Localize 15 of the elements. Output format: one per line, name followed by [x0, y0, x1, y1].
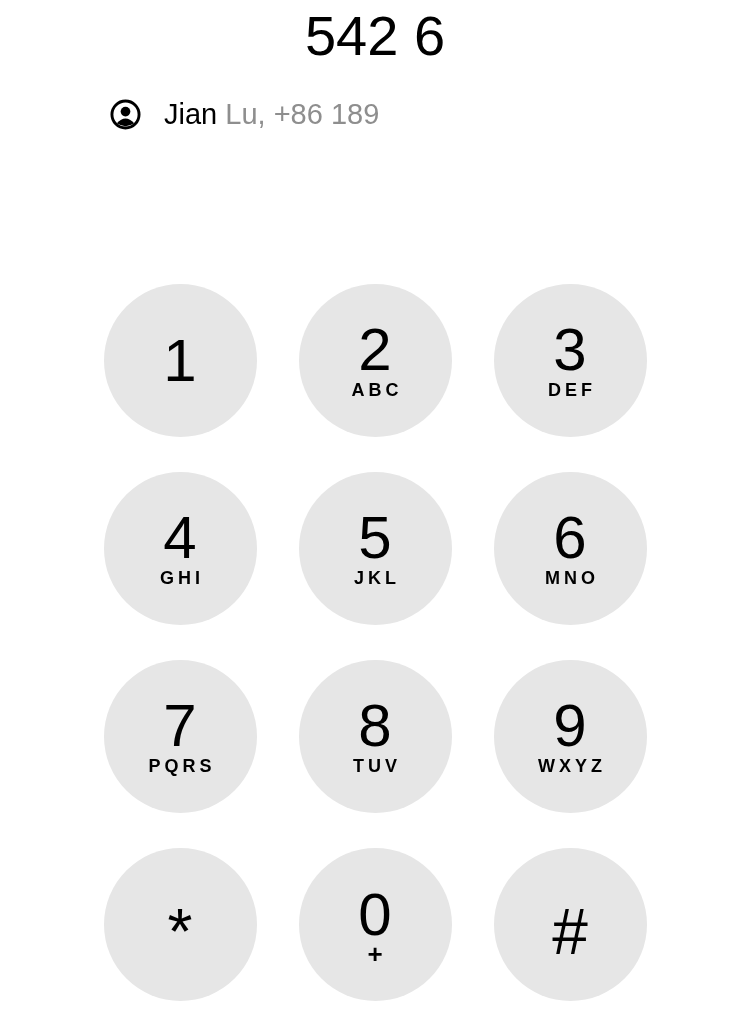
contact-suggestion[interactable]: Jian Lu, +86 189 [164, 96, 380, 132]
dial-key[interactable]: 5 JKL [298, 472, 452, 625]
dial-key[interactable]: # [493, 848, 647, 1001]
dial-key[interactable]: 7 PQRS [103, 660, 257, 813]
dial-key[interactable]: 6 MNO [493, 472, 647, 625]
dial-key[interactable]: 0 + [298, 848, 452, 1001]
dial-key[interactable]: * [103, 848, 257, 1001]
dial-key[interactable]: 8 TUV [298, 660, 452, 813]
contact-icon [110, 98, 141, 130]
dial-key[interactable]: 2 ABC [298, 284, 452, 437]
dial-key[interactable]: 4 GHI [103, 472, 257, 625]
dialed-number: 542 6 [303, 4, 447, 68]
dial-key[interactable]: 1 [103, 284, 257, 437]
dial-key[interactable]: 9 WXYZ [493, 660, 647, 813]
dial-key[interactable]: 3 DEF [493, 284, 647, 437]
